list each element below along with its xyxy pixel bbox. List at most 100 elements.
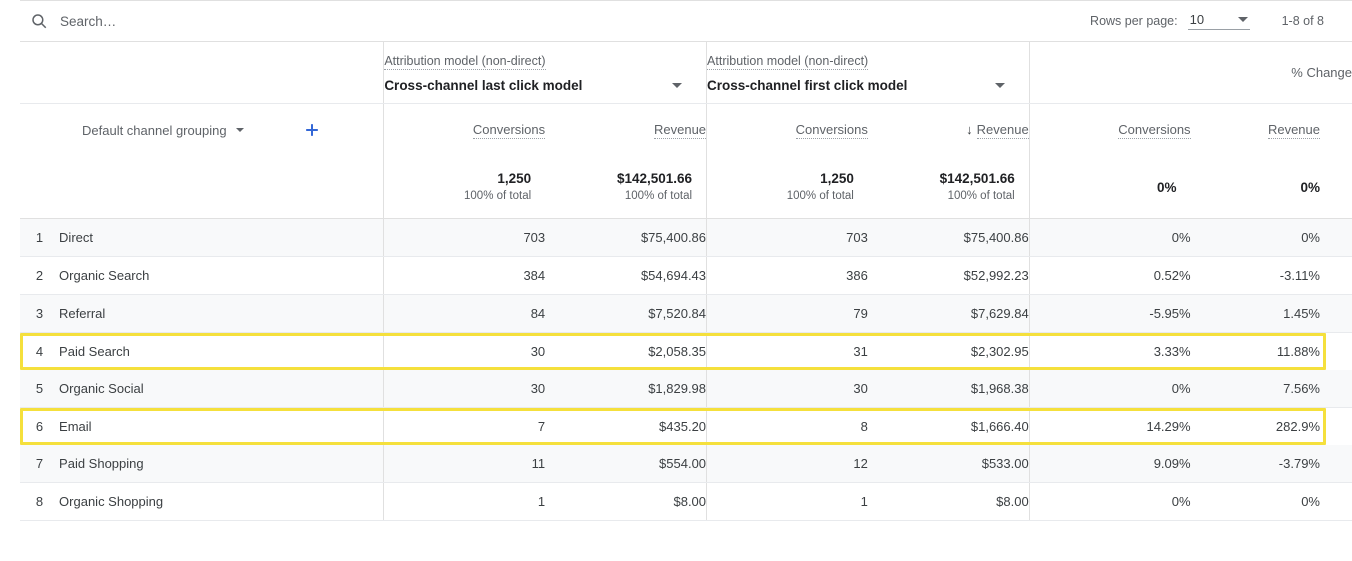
row-channel-name[interactable]: Organic Shopping [59, 482, 384, 521]
cell-change-conversions: 0% [1028, 482, 1191, 521]
total-subtext: 100% of total [947, 190, 1015, 202]
header-label[interactable]: Conversions [1118, 122, 1191, 139]
total-value: $142,501.66 [939, 171, 1015, 186]
total-value: 1,250 [820, 171, 854, 186]
cell-change-revenue: 0% [1190, 482, 1352, 521]
header-g1-revenue: Revenue [545, 104, 707, 157]
cell-g2-conversions: 386 [706, 256, 868, 295]
chevron-down-icon [1237, 17, 1248, 22]
row-channel-name[interactable]: Paid Search [59, 332, 384, 370]
cell-g1-conversions: 1 [383, 482, 546, 521]
row-channel-name[interactable]: Paid Shopping [59, 445, 384, 483]
cell-g1-revenue: $8.00 [545, 482, 707, 521]
rows-per-page-select[interactable]: 10 [1187, 12, 1250, 30]
cell-change-revenue: -3.79% [1190, 445, 1352, 483]
cell-g2-revenue: $7,629.84 [867, 294, 1030, 333]
cell-g2-revenue: $75,400.86 [867, 218, 1030, 257]
total-value: $142,501.66 [616, 171, 693, 186]
row-channel-name[interactable]: Direct [59, 218, 384, 257]
row-rank: 8 [20, 482, 60, 521]
row-rank: 2 [20, 256, 60, 295]
cell-g1-revenue: $75,400.86 [545, 218, 707, 257]
data-table-wrapper: Attribution model (non-direct) Cross-cha… [20, 42, 1352, 521]
row-rank: 3 [20, 294, 60, 333]
table-row[interactable]: 6 Email 7 $435.20 8 $1,666.40 14.29% 282.9% [20, 407, 1352, 445]
attribution-model-label-2: Attribution model (non-direct) [707, 54, 869, 70]
cell-g2-revenue: $8.00 [867, 482, 1030, 521]
header-g1-conversions: Conversions [383, 103, 546, 156]
row-rank: 4 [20, 332, 60, 370]
row-channel-name[interactable]: Organic Social [59, 370, 384, 408]
header-label[interactable]: Revenue [976, 122, 1029, 139]
dimension-label[interactable]: Default channel grouping [82, 123, 227, 138]
row-rank: 1 [20, 218, 60, 257]
cell-g1-revenue: $554.00 [545, 445, 707, 483]
header-g2-revenue: ↓ Revenue [868, 104, 1029, 157]
cell-g1-revenue: $2,058.35 [545, 332, 707, 370]
cell-g1-revenue: $435.20 [545, 407, 707, 445]
header-label[interactable]: Revenue [1267, 122, 1320, 139]
pagination-controls: Rows per page: 10 1-8 of 8 [1090, 1, 1352, 41]
cell-g2-conversions: 12 [706, 445, 868, 483]
total-change-revenue: 0% [1190, 156, 1352, 219]
attribution-model-select-1[interactable]: Cross-channel last click model [384, 78, 706, 93]
header-label[interactable]: Conversions [472, 122, 546, 139]
cell-g2-conversions: 1 [706, 482, 868, 521]
table-row[interactable]: 5 Organic Social 30 $1,829.98 30 $1,968.38 0% 7… [20, 370, 1352, 408]
total-change-conversions: 0% [1028, 156, 1191, 219]
cell-change-revenue: 282.9% [1190, 407, 1352, 445]
cell-g2-conversions: 703 [706, 218, 868, 257]
dimension-picker: Default channel grouping [20, 120, 383, 140]
cell-g2-conversions: 31 [706, 332, 868, 370]
header-label[interactable]: Revenue [653, 122, 707, 139]
search-input[interactable] [60, 13, 340, 29]
search-box[interactable] [20, 1, 374, 41]
cell-change-revenue: 1.45% [1190, 294, 1352, 333]
header-label[interactable]: Conversions [795, 122, 868, 139]
attribution-model-select-2[interactable]: Cross-channel first click model [707, 78, 1029, 93]
cell-change-conversions: -5.95% [1028, 294, 1191, 333]
table-row[interactable]: 8 Organic Shopping 1 $8.00 1 $8.00 0% 0% [20, 482, 1352, 521]
rows-per-page-label: Rows per page: [1090, 14, 1178, 28]
total-value: 0% [1157, 179, 1177, 195]
sort-descending-icon: ↓ [966, 122, 973, 137]
percent-change-group-title: % Change [1028, 42, 1352, 104]
header-g2-conversions: Conversions [706, 103, 868, 156]
row-channel-name[interactable]: Email [59, 407, 384, 445]
cell-g2-revenue: $533.00 [867, 445, 1030, 483]
add-dimension-button[interactable] [302, 120, 322, 140]
group-header-empty [20, 42, 384, 104]
table-row[interactable]: 3 Referral 84 $7,520.84 79 $7,629.84 -5.95% 1.4… [20, 294, 1352, 333]
chevron-down-icon[interactable] [235, 128, 244, 132]
cell-g1-conversions: 11 [383, 445, 546, 483]
table-row[interactable]: 4 Paid Search 30 $2,058.35 31 $2,302.95 3.33% 1… [20, 332, 1352, 370]
cell-g2-conversions: 30 [706, 370, 868, 408]
row-rank: 5 [20, 370, 60, 408]
header-change-revenue: Revenue [1191, 104, 1352, 157]
header-change-conversions: Conversions [1028, 103, 1191, 156]
row-channel-name[interactable]: Organic Search [59, 256, 384, 295]
cell-change-conversions: 9.09% [1028, 445, 1191, 483]
total-subtext: 100% of total [464, 190, 532, 202]
cell-g2-revenue: $52,992.23 [867, 256, 1030, 295]
total-g1-conversions: 1,250 100% of total [383, 156, 546, 219]
table-row[interactable]: 1 Direct 703 $75,400.86 703 $75,400.86 0% 0% [20, 218, 1352, 257]
total-value: 0% [1300, 179, 1320, 195]
cell-g1-revenue: $54,694.43 [545, 256, 707, 295]
attribution-comparison-table: Rows per page: 10 1-8 of 8 Attribution m… [0, 0, 1352, 561]
cell-change-conversions: 0% [1028, 370, 1191, 408]
cell-g1-conversions: 30 [383, 370, 546, 408]
cell-change-revenue: 11.88% [1190, 332, 1352, 370]
totals-empty [20, 156, 384, 219]
attribution-model-value-2: Cross-channel first click model [707, 78, 908, 93]
cell-g2-revenue: $1,666.40 [867, 407, 1030, 445]
table-row[interactable]: 7 Paid Shopping 11 $554.00 12 $533.00 9.09% -3.… [20, 445, 1352, 483]
cell-g1-revenue: $7,520.84 [545, 294, 707, 333]
table-row[interactable]: 2 Organic Search 384 $54,694.43 386 $52,992.2… [20, 256, 1352, 295]
totals-row: 1,250 100% of total $142,501.66 100% of … [20, 156, 1352, 219]
cell-change-revenue: 7.56% [1190, 370, 1352, 408]
rows-per-page-value: 10 [1189, 12, 1205, 27]
cell-change-revenue: -3.11% [1190, 256, 1352, 295]
row-channel-name[interactable]: Referral [59, 294, 384, 333]
cell-change-conversions: 0.52% [1028, 256, 1191, 295]
